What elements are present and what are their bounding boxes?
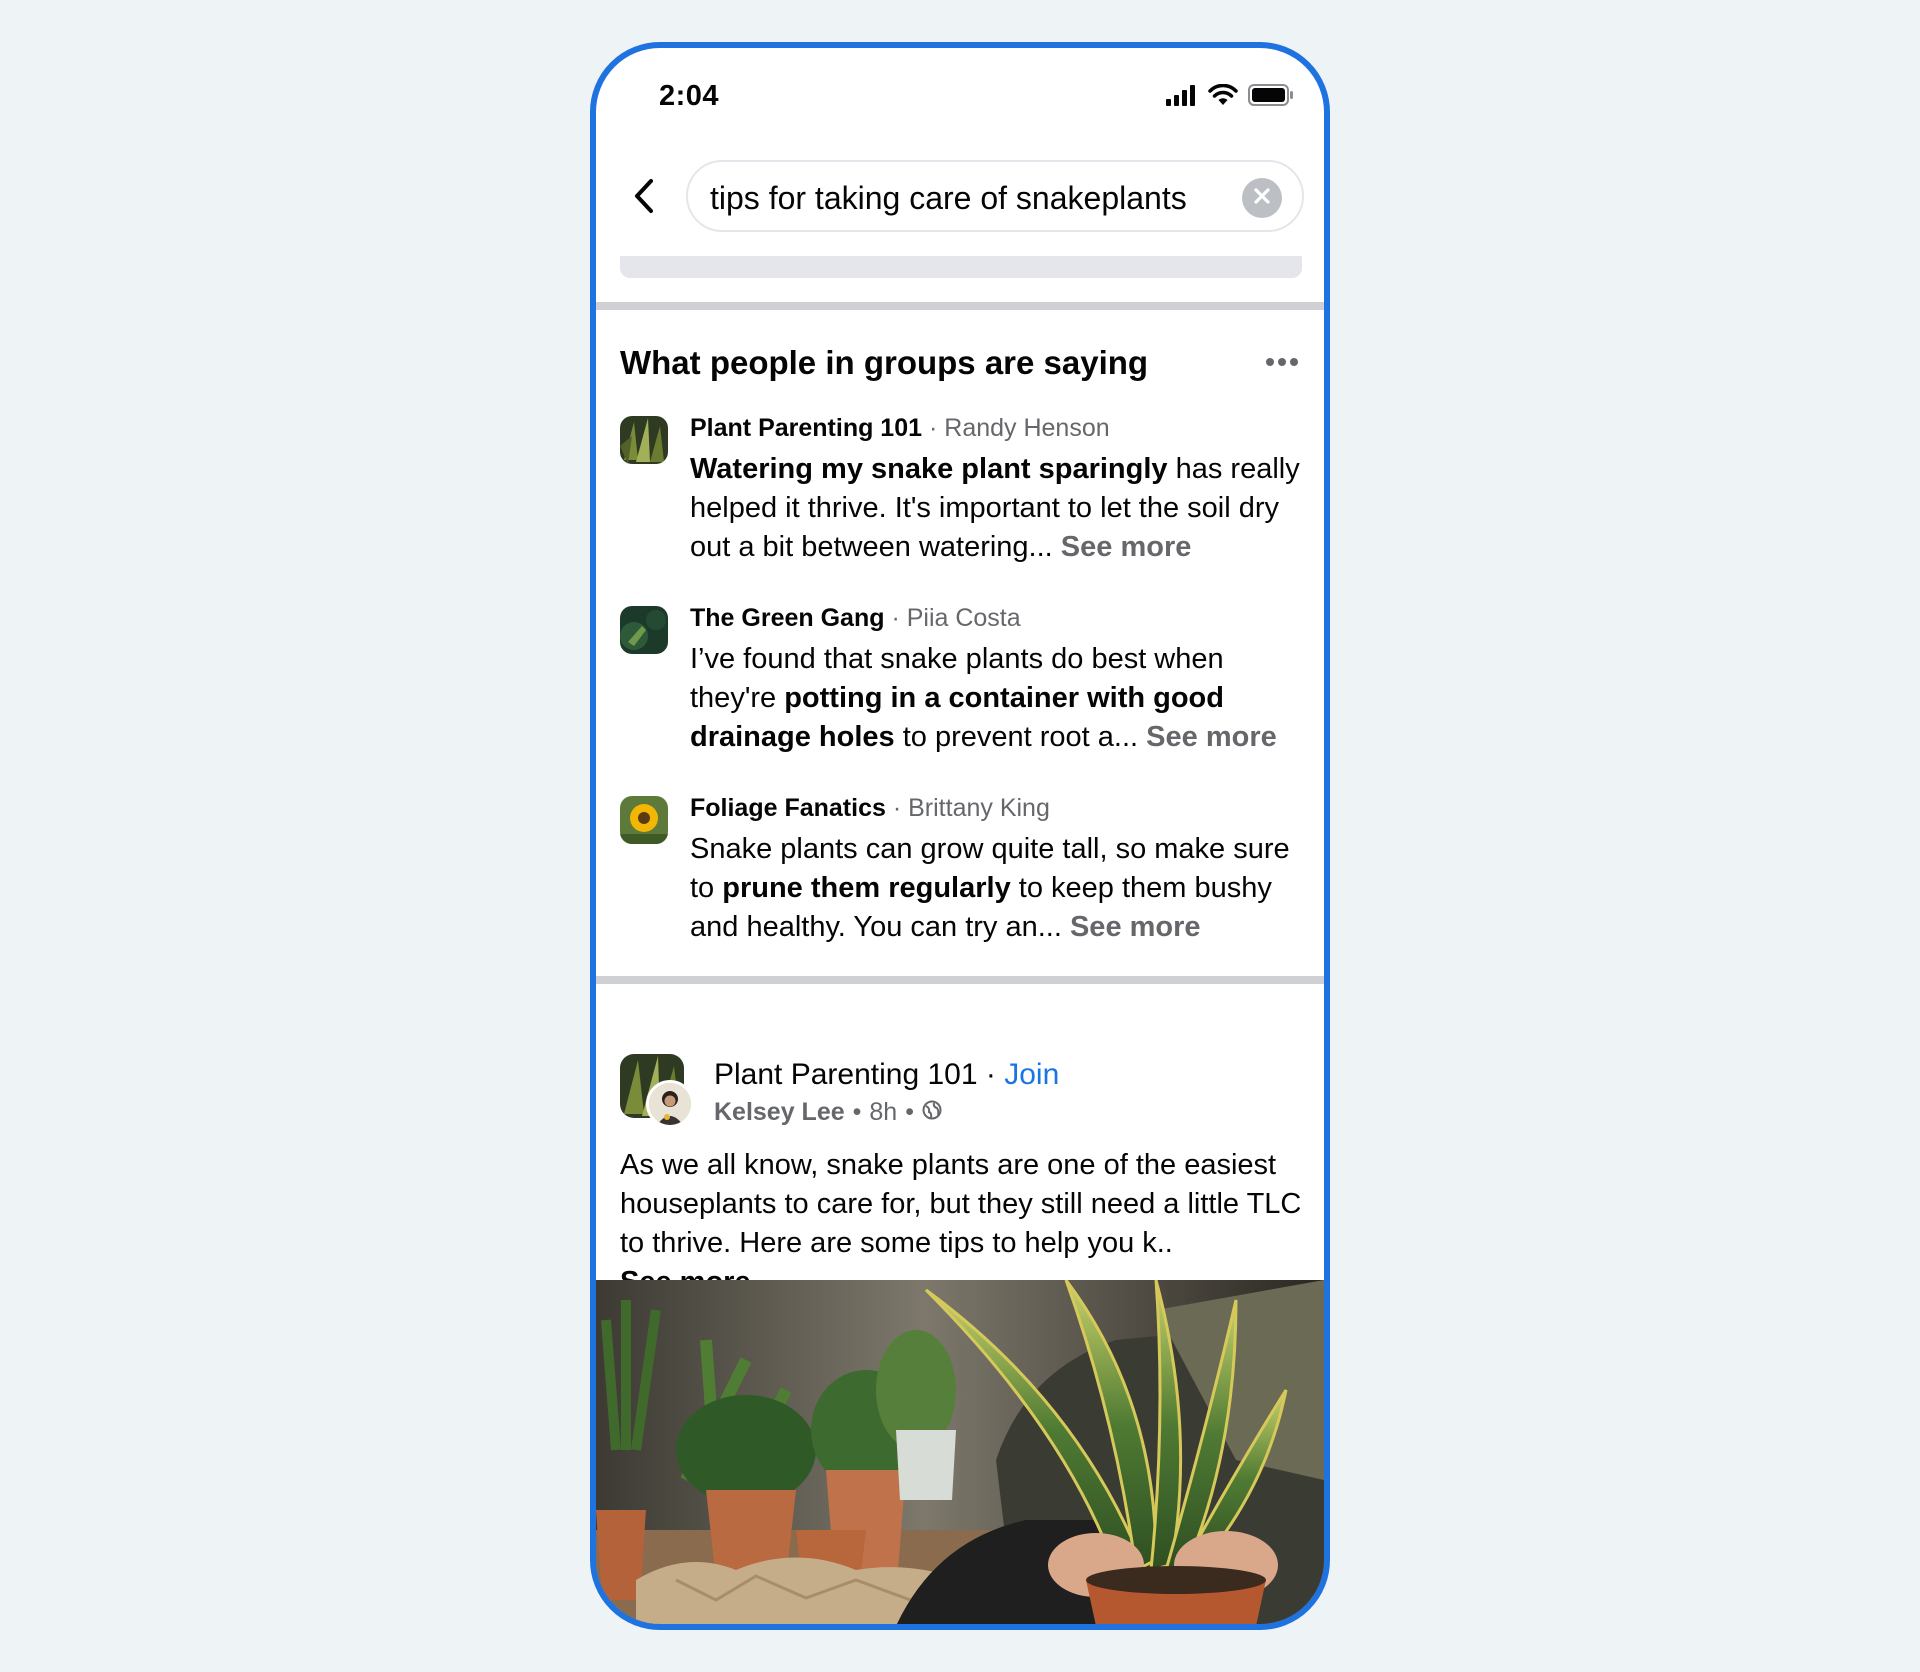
- post-header: Plant Parenting 101 · Join Kelsey Lee • …: [620, 1054, 1302, 1134]
- author-name[interactable]: Brittany King: [908, 794, 1050, 822]
- snippet-body-text: to prevent root a...: [894, 721, 1147, 753]
- post-group-name[interactable]: Plant Parenting 101: [714, 1058, 978, 1091]
- meta-separator: •: [852, 1098, 862, 1126]
- section-divider: [596, 302, 1324, 310]
- back-arrow-icon: [633, 178, 655, 219]
- meta-separator: ·: [892, 794, 902, 822]
- post-avatar[interactable]: [620, 1054, 694, 1128]
- snippet-meta: Plant Parenting 101 · Randy Henson: [690, 414, 1110, 443]
- snippet-meta: The Green Gang · Piia Costa: [690, 604, 1021, 633]
- back-button[interactable]: [624, 176, 664, 220]
- snippet-text: I’ve found that snake plants do best whe…: [690, 640, 1302, 757]
- title-separator: ·: [985, 1058, 996, 1091]
- signal-icon: [1166, 84, 1198, 111]
- page-background: 2:04 tips for taking care of snakeplants…: [0, 0, 1920, 1672]
- section-divider: [596, 976, 1324, 984]
- author-name[interactable]: Randy Henson: [944, 414, 1109, 442]
- phone-frame: 2:04 tips for taking care of snakeplants…: [590, 42, 1330, 1630]
- snippet-text: Watering my snake plant sparingly has re…: [690, 450, 1302, 567]
- group-thumbnail[interactable]: [620, 796, 668, 844]
- highlighted-text: Watering my snake plant sparingly: [690, 453, 1168, 485]
- see-more-link[interactable]: See more: [1070, 911, 1201, 943]
- post-text: As we all know, snake plants are one of …: [620, 1149, 1302, 1259]
- meta-separator: ·: [891, 604, 900, 632]
- status-bar: 2:04: [596, 48, 1324, 158]
- status-icons: [1166, 83, 1294, 111]
- meta-separator: •: [905, 1098, 914, 1126]
- highlighted-text: prune them regularly: [722, 872, 1011, 904]
- post-photo[interactable]: [596, 1280, 1324, 1624]
- globe-icon: [922, 1098, 942, 1127]
- post-body: As we all know, snake plants are one of …: [620, 1146, 1302, 1302]
- meta-separator: ·: [928, 414, 938, 442]
- see-more-link[interactable]: See more: [1146, 721, 1277, 753]
- search-row: tips for taking care of snakeplants: [596, 160, 1324, 236]
- group-name[interactable]: The Green Gang: [690, 604, 884, 632]
- section-title: What people in groups are saying: [620, 344, 1149, 381]
- group-thumbnail[interactable]: [620, 416, 668, 464]
- author-name[interactable]: Piia Costa: [907, 604, 1021, 632]
- snippet-meta: Foliage Fanatics · Brittany King: [690, 794, 1050, 823]
- clear-search-button[interactable]: [1242, 178, 1282, 218]
- clear-icon: [1253, 187, 1271, 210]
- wifi-icon: [1208, 83, 1238, 111]
- post-author-name[interactable]: Kelsey Lee: [714, 1098, 845, 1127]
- group-thumbnail[interactable]: [620, 606, 668, 654]
- more-options-button[interactable]: [1262, 348, 1302, 378]
- snippet-text: Snake plants can grow quite tall, so mak…: [690, 830, 1302, 947]
- battery-icon: [1248, 84, 1294, 111]
- join-button[interactable]: Join: [1004, 1058, 1059, 1091]
- see-more-link[interactable]: See more: [1061, 531, 1192, 563]
- author-avatar[interactable]: [646, 1080, 694, 1128]
- filter-tabs-placeholder: [620, 256, 1302, 278]
- post-meta: Kelsey Lee • 8h •: [714, 1098, 942, 1127]
- search-query: tips for taking care of snakeplants: [710, 180, 1187, 216]
- more-options-icon: [1265, 354, 1299, 372]
- group-name[interactable]: Plant Parenting 101: [690, 414, 922, 442]
- group-name[interactable]: Foliage Fanatics: [690, 794, 886, 822]
- post-time[interactable]: 8h: [869, 1098, 897, 1127]
- search-input[interactable]: tips for taking care of snakeplants: [686, 160, 1304, 232]
- status-time: 2:04: [659, 80, 720, 112]
- post-title: Plant Parenting 101 · Join: [714, 1058, 1059, 1092]
